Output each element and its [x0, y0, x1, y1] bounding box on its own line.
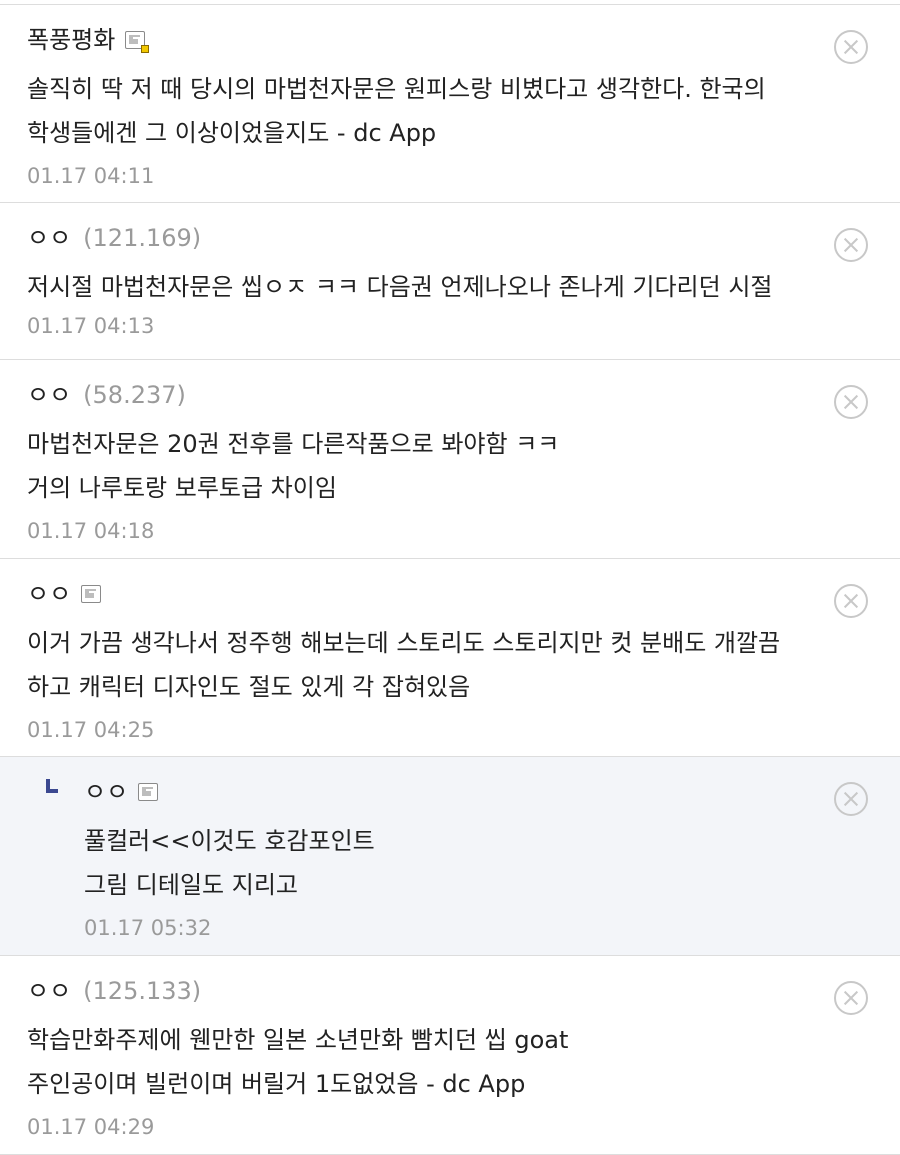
comment-date: 01.17 04:13: [27, 314, 155, 338]
gonick-icon: [125, 31, 150, 53]
comment-nickname[interactable]: 폭풍평화: [27, 21, 115, 59]
comment-item: ㅇㅇ 이거 가끔 생각나서 정주행 해보는데 스토리도 스토리지만 컷 분배도 …: [0, 559, 900, 757]
comment-body: 솔직히 딱 저 때 당시의 마법천자문은 원피스랑 비볐다고 생각한다. 한국의…: [27, 67, 840, 155]
comment-date: 01.17 04:11: [27, 164, 155, 188]
comment-ip: (125.133): [83, 977, 202, 1005]
comment-ip: (121.169): [83, 224, 202, 252]
comment-nickname[interactable]: ㅇㅇ: [27, 376, 71, 414]
comment-body: 마법천자문은 20권 전후를 다른작품으로 봐야함 ㅋㅋ 거의 나루토랑 보루토…: [27, 422, 840, 510]
comment-date: 01.17 04:25: [27, 718, 155, 742]
comment-line: 저시절 마법천자문은 씹ㅇㅈ ㅋㅋ 다음권 언제나오나 존나게 기다리던 시절: [27, 273, 773, 301]
comment-body: 이거 가끔 생각나서 정주행 해보는데 스토리도 스토리지만 컷 분배도 개깔끔…: [27, 621, 840, 709]
comment-line: 풀컬러<<이것도 호감포인트: [84, 827, 375, 855]
reply-arrow-icon: [46, 779, 58, 793]
comment-date: 01.17 04:18: [27, 519, 155, 543]
gonick-icon: [138, 783, 159, 801]
comment-nickname[interactable]: ㅇㅇ: [84, 773, 128, 811]
comment-line: 하고 캐릭터 디자인도 절도 있게 각 잡혀있음: [27, 673, 471, 701]
comment-item: ㅇㅇ (58.237) 마법천자문은 20권 전후를 다른작품으로 봐야함 ㅋㅋ…: [0, 360, 900, 559]
comment-header: 폭풍평화: [27, 21, 840, 59]
comment-header: ㅇㅇ (121.169): [27, 219, 840, 257]
badge-icon: [141, 45, 150, 53]
gonick-icon: [81, 585, 102, 603]
comment-line: 솔직히 딱 저 때 당시의 마법천자문은 원피스랑 비볐다고 생각한다. 한국의: [27, 75, 766, 103]
delete-icon[interactable]: [834, 782, 868, 816]
comment-line: 학생들에겐 그 이상이었을지도 - dc App: [27, 119, 437, 147]
comment-body: 학습만화주제에 웬만한 일본 소년만화 빰치던 씹 goat 주인공이며 빌런이…: [27, 1018, 840, 1106]
delete-icon[interactable]: [834, 385, 868, 419]
comment-item: ㅇㅇ (121.169) 저시절 마법천자문은 씹ㅇㅈ ㅋㅋ 다음권 언제나오나…: [0, 203, 900, 360]
comment-ip: (58.237): [83, 381, 186, 409]
comment-header: ㅇㅇ: [27, 575, 840, 613]
comment-nickname[interactable]: ㅇㅇ: [27, 972, 71, 1010]
comment-line: 주인공이며 빌런이며 버릴거 1도없었음 - dc App: [27, 1070, 526, 1098]
comment-nickname[interactable]: ㅇㅇ: [27, 219, 71, 257]
delete-icon[interactable]: [834, 584, 868, 618]
reply-item: ㅇㅇ 풀컬러<<이것도 호감포인트 그림 디테일도 지리고 01.17 05:3…: [0, 757, 900, 956]
comment-line: 마법천자문은 20권 전후를 다른작품으로 봐야함 ㅋㅋ: [27, 430, 560, 458]
comment-line: 그림 디테일도 지리고: [84, 871, 298, 899]
comment-line: 학습만화주제에 웬만한 일본 소년만화 빰치던 씹 goat: [27, 1026, 569, 1054]
comment-line: 거의 나루토랑 보루토급 차이임: [27, 474, 337, 502]
comment-body: 풀컬러<<이것도 호감포인트 그림 디테일도 지리고: [84, 819, 840, 907]
delete-icon[interactable]: [834, 30, 868, 64]
delete-icon[interactable]: [834, 228, 868, 262]
comment-header: ㅇㅇ (125.133): [27, 972, 840, 1010]
comment-header: ㅇㅇ: [84, 773, 840, 811]
comment-date: 01.17 04:29: [27, 1115, 155, 1139]
comment-item: ㅇㅇ (125.133) 학습만화주제에 웬만한 일본 소년만화 빰치던 씹 g…: [0, 956, 900, 1155]
comment-line: 이거 가끔 생각나서 정주행 해보는데 스토리도 스토리지만 컷 분배도 개깔끔: [27, 629, 781, 657]
delete-icon[interactable]: [834, 981, 868, 1015]
comment-nickname[interactable]: ㅇㅇ: [27, 575, 71, 613]
comment-date: 01.17 05:32: [84, 916, 212, 940]
comment-body: 저시절 마법천자문은 씹ㅇㅈ ㅋㅋ 다음권 언제나오나 존나게 기다리던 시절: [27, 265, 840, 309]
comment-header: ㅇㅇ (58.237): [27, 376, 840, 414]
comment-item: 폭풍평화 솔직히 딱 저 때 당시의 마법천자문은 원피스랑 비볐다고 생각한다…: [0, 5, 900, 203]
